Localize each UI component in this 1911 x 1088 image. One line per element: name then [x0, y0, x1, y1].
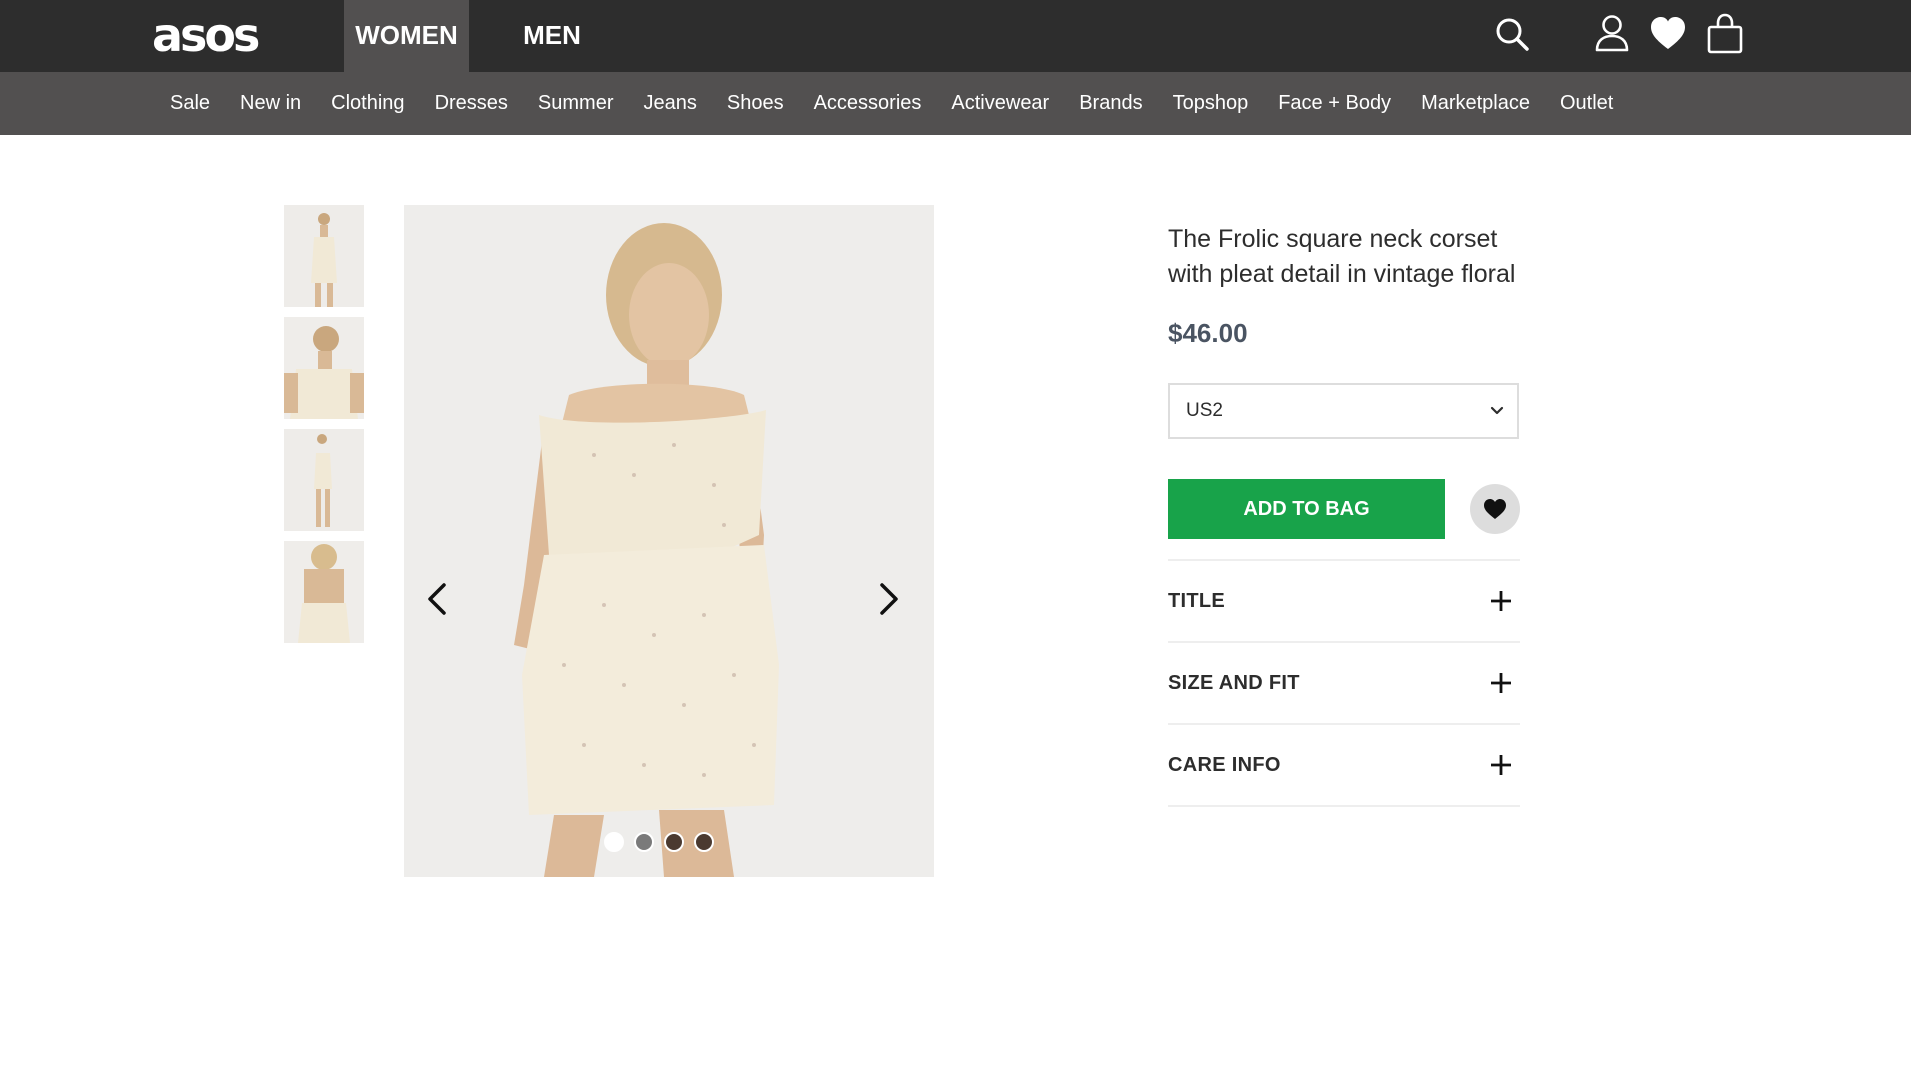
nav-item-summer[interactable]: Summer: [538, 92, 614, 115]
previous-image-arrow-icon[interactable]: [418, 575, 458, 623]
buy-row: ADD TO BAG: [1168, 479, 1520, 539]
thumbnail-image[interactable]: [284, 541, 364, 643]
nav-item-outlet[interactable]: Outlet: [1560, 92, 1613, 115]
plus-icon: [1490, 672, 1512, 694]
pagination-dot[interactable]: [694, 832, 714, 852]
size-select[interactable]: US2: [1168, 383, 1519, 439]
tab-men[interactable]: MEN: [505, 0, 599, 72]
nav-item-activewear[interactable]: Activewear: [951, 92, 1049, 115]
nav-item-accessories[interactable]: Accessories: [814, 92, 922, 115]
add-to-bag-button[interactable]: ADD TO BAG: [1168, 479, 1445, 539]
nav-item-face-body[interactable]: Face + Body: [1278, 92, 1391, 115]
size-select-value: US2: [1186, 400, 1223, 421]
tab-women[interactable]: WOMEN: [344, 0, 469, 72]
accordion-label: CARE INFO: [1168, 754, 1281, 776]
heart-icon: [1484, 499, 1506, 519]
image-pagination-dots: [604, 832, 724, 852]
product-price: $46.00: [1168, 318, 1248, 348]
product-details-panel: The Frolic square neck corset with pleat…: [1168, 222, 1520, 807]
next-image-arrow-icon[interactable]: [868, 575, 908, 623]
saved-items-icon[interactable]: [1646, 12, 1690, 56]
accordion-item-title[interactable]: TITLE: [1168, 561, 1520, 643]
chevron-down-icon: [1489, 403, 1505, 419]
nav-item-brands[interactable]: Brands: [1079, 92, 1142, 115]
pagination-dot[interactable]: [634, 832, 654, 852]
plus-icon: [1490, 590, 1512, 612]
bag-icon[interactable]: [1703, 12, 1747, 56]
accordion-item-care-info[interactable]: CARE INFO: [1168, 725, 1520, 807]
category-nav: Sale New in Clothing Dresses Summer Jean…: [0, 72, 1911, 135]
top-header: asos WOMEN MEN: [0, 0, 1911, 72]
product-main-image[interactable]: [404, 205, 934, 877]
asos-logo[interactable]: asos: [152, 10, 260, 60]
save-for-later-button[interactable]: [1470, 484, 1520, 534]
account-icon[interactable]: [1590, 12, 1634, 56]
accordion-label: SIZE AND FIT: [1168, 672, 1300, 694]
search-icon[interactable]: [1490, 12, 1534, 56]
plus-icon: [1490, 754, 1512, 776]
nav-item-clothing[interactable]: Clothing: [331, 92, 404, 115]
nav-item-new-in[interactable]: New in: [240, 92, 301, 115]
pagination-dot[interactable]: [604, 832, 624, 852]
nav-item-topshop[interactable]: Topshop: [1173, 92, 1249, 115]
accordion-label: TITLE: [1168, 590, 1226, 612]
nav-item-sale[interactable]: Sale: [170, 92, 210, 115]
accordion-item-size-and-fit[interactable]: SIZE AND FIT: [1168, 643, 1520, 725]
thumbnail-image[interactable]: [284, 429, 364, 531]
thumbnail-image[interactable]: [284, 205, 364, 307]
pagination-dot[interactable]: [664, 832, 684, 852]
thumbnail-image[interactable]: [284, 317, 364, 419]
product-title: The Frolic square neck corset with pleat…: [1168, 225, 1516, 288]
nav-item-marketplace[interactable]: Marketplace: [1421, 92, 1530, 115]
product-info-accordion: TITLE SIZE AND FIT CARE INFO: [1168, 559, 1520, 807]
nav-item-dresses[interactable]: Dresses: [435, 92, 508, 115]
nav-item-jeans[interactable]: Jeans: [644, 92, 697, 115]
nav-item-shoes[interactable]: Shoes: [727, 92, 784, 115]
thumbnail-strip: [284, 205, 364, 653]
